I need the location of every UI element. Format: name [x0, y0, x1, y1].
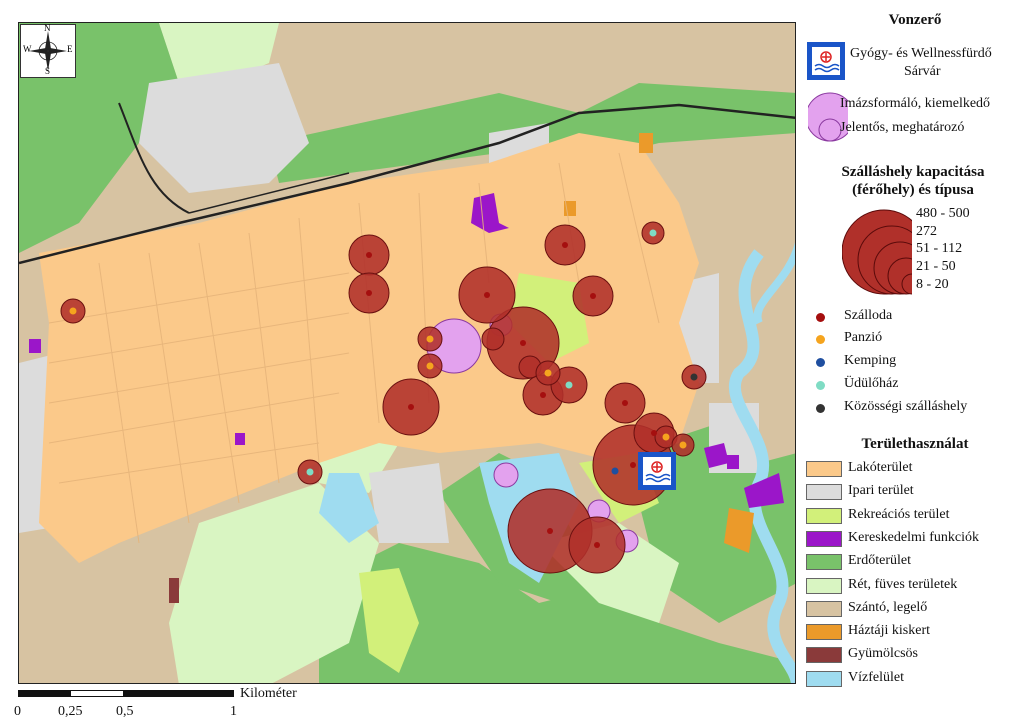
compass-n: N	[44, 23, 51, 33]
hotel-dot	[366, 252, 372, 258]
legend-type-label: Szálloda	[844, 308, 893, 323]
legend-landuse-label: Szántó, legelő	[848, 599, 928, 615]
legend-landuse-swatch	[806, 600, 842, 617]
scale-tick-1: 1	[230, 704, 237, 719]
legend-landuse-swatch	[806, 507, 842, 524]
legend-landuse-swatch	[806, 670, 842, 687]
legend-spa-name: Gyógy- és Wellnessfürdő	[850, 46, 992, 61]
legend-landuse-label: Rekreációs terület	[848, 506, 950, 522]
legend-landuse-label: Kereskedelmi funkciók	[848, 529, 980, 545]
campsite-dot	[611, 467, 619, 475]
hotel-dot	[594, 542, 600, 548]
legend-hostel-dot	[816, 404, 825, 413]
holiday-house-dot	[649, 229, 657, 237]
pension-dot	[662, 433, 670, 441]
compass-rose: N S W E	[20, 23, 76, 78]
legend-landuse-title: Területhasználat	[861, 436, 969, 452]
legend-capacity-title-2: (férőhely) és típusa	[852, 182, 974, 198]
map-canvas[interactable]	[18, 22, 796, 684]
hotel-dot	[547, 528, 553, 534]
legend-significant: Jelentős, meghatározó	[840, 120, 965, 135]
legend-attraction-circles	[808, 92, 848, 142]
legend-spa-town: Sárvár	[904, 64, 941, 79]
legend-landuse-swatch	[806, 647, 842, 664]
legend-landuse-label: Vízfelület	[848, 669, 904, 685]
hotel-dot	[651, 430, 657, 436]
attraction-significant	[493, 462, 519, 488]
hostel-dot	[690, 373, 698, 381]
accommodation-circle	[481, 327, 505, 351]
industrial-area	[369, 463, 449, 543]
legend-landuse-label: Háztáji kiskert	[848, 623, 931, 639]
hotel-dot	[562, 242, 568, 248]
legend-hotel-dot	[816, 313, 825, 322]
hotel-dot	[520, 340, 526, 346]
legend-type-label: Közösségi szálláshely	[844, 399, 968, 414]
spa-symbol-legend	[807, 42, 845, 80]
compass-e: E	[67, 44, 73, 54]
commercial-area	[235, 433, 245, 445]
scale-tick-025: 0,25	[58, 704, 83, 719]
legend-image-shaping: Imázsformáló, kiemelkedő	[840, 96, 991, 111]
legend-capacity-class: 21 - 50	[916, 259, 956, 274]
hotel-dot	[622, 400, 628, 406]
legend-holiday-house-dot	[816, 381, 825, 390]
hotel-dot	[540, 392, 546, 398]
legend-landuse-label: Lakóterület	[848, 460, 913, 475]
legend-landuse-label: Ipari terület	[848, 483, 914, 499]
legend-landuse-label: Rét, füves területek	[848, 576, 958, 592]
pension-dot	[544, 369, 552, 377]
legend-capacity-class: 8 - 20	[916, 277, 949, 292]
legend-type-label: Kemping	[844, 353, 897, 368]
scale-tick-0: 0	[14, 704, 21, 719]
pension-dot	[69, 307, 77, 315]
commercial-area	[727, 455, 739, 469]
holiday-house-dot	[306, 468, 314, 476]
legend-landuse-swatch	[806, 461, 842, 477]
legend-landuse-swatch	[806, 554, 842, 571]
garden-area	[639, 133, 653, 153]
legend-capacity-class: 480 - 500	[916, 206, 970, 221]
compass-w: W	[23, 44, 32, 54]
map-legend: Vonzerő Gyógy- és Wellnessfürdő Sárvár I…	[800, 0, 1024, 725]
legend-landuse-swatch	[806, 530, 842, 547]
legend-type-label: Panzió	[844, 330, 883, 345]
pension-dot	[679, 441, 687, 449]
legend-landuse-label: Erdőterület	[848, 553, 911, 569]
hotel-dot	[630, 462, 636, 468]
scale-tick-05: 0,5	[116, 704, 134, 719]
legend-campsite-dot	[816, 358, 825, 367]
hotel-dot	[484, 292, 490, 298]
scale-unit: Kilométer	[240, 686, 297, 701]
holiday-house-dot	[565, 381, 573, 389]
legend-landuse-swatch	[806, 577, 842, 594]
hotel-dot	[366, 290, 372, 296]
legend-landuse-label: Gyümölcsös	[848, 646, 918, 662]
pension-dot	[426, 362, 434, 370]
orchard-area	[169, 578, 179, 603]
compass-s: S	[45, 66, 51, 76]
legend-landuse-swatch	[806, 624, 842, 641]
legend-type-label: Üdülőház	[844, 376, 899, 391]
legend-pension-dot	[816, 335, 825, 344]
legend-capacity-class: 51 - 112	[916, 241, 963, 256]
scale-bar	[18, 690, 238, 700]
river	[753, 242, 795, 325]
legend-attraction-title: Vonzerő	[888, 12, 942, 28]
legend-capacity-circles	[842, 209, 912, 295]
hotel-dot	[408, 404, 414, 410]
legend-capacity-title-1: Szálláshely kapacitása	[841, 164, 985, 180]
legend-capacity-class: 272	[916, 224, 937, 239]
spa-symbol-map	[638, 452, 676, 490]
pension-dot	[426, 335, 434, 343]
legend-landuse-swatch	[806, 484, 842, 501]
map-graphics	[19, 23, 795, 683]
hotel-dot	[590, 293, 596, 299]
commercial-area	[29, 339, 41, 353]
